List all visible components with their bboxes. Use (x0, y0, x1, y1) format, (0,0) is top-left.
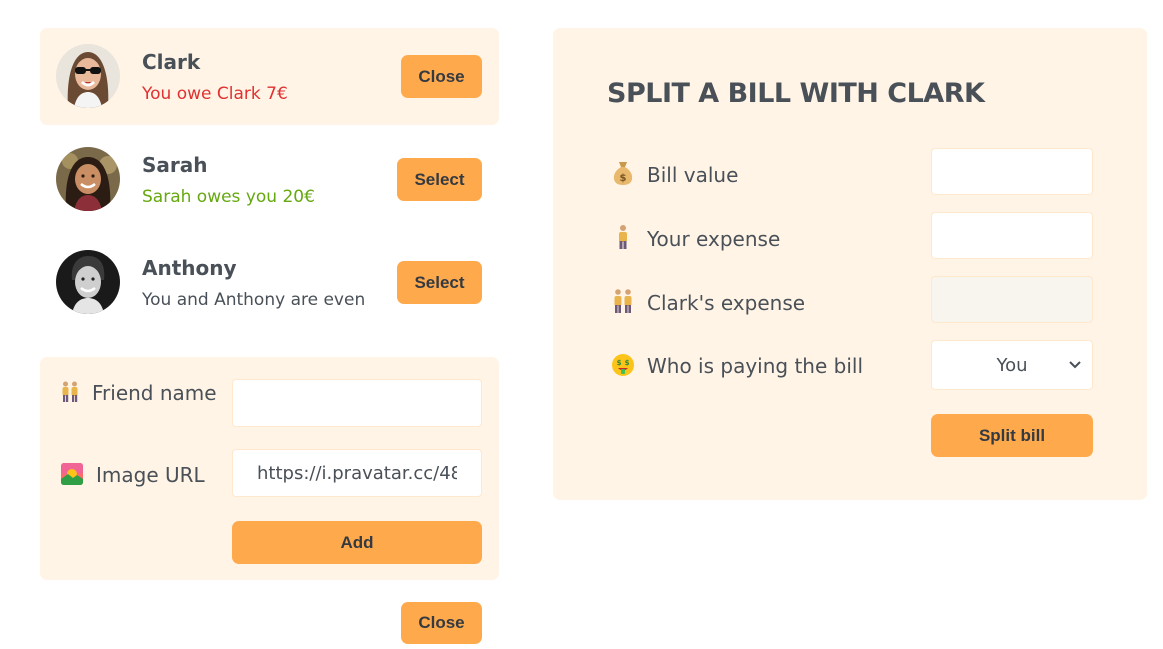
payer-label: $ $ Who is paying the bill (611, 353, 863, 378)
your-expense-label: Your expense (611, 224, 780, 251)
picture-icon (60, 461, 84, 489)
split-bill-button[interactable]: Split bill (931, 414, 1093, 457)
avatar-anthony (56, 250, 120, 314)
your-expense-input[interactable] (931, 212, 1093, 259)
friend-expense-label: Clark's expense (611, 288, 805, 315)
friend-item-clark: Clark You owe Clark 7€ Close (40, 28, 499, 125)
friend-balance: You and Anthony are even (142, 290, 366, 310)
friend-balance: Sarah owes you 20€ (142, 187, 315, 207)
friends-list: Clark You owe Clark 7€ Close Sarah Sarah… (40, 28, 499, 337)
payer-select[interactable]: You (931, 340, 1093, 390)
image-url-label: Image URL (60, 461, 205, 489)
avatar-clark (56, 44, 120, 108)
close-form-button[interactable]: Close (401, 602, 482, 644)
friend-name: Sarah (142, 153, 208, 177)
add-friend-form: Friend name Image URL Add (40, 357, 499, 580)
friend-name-label: Friend name (60, 379, 230, 408)
money-bag-icon: $ (611, 160, 635, 187)
friend-expense-input (931, 276, 1093, 323)
image-url-input[interactable] (232, 449, 482, 497)
svg-text:$: $ (617, 359, 622, 367)
close-friend-button[interactable]: Close (401, 55, 482, 98)
select-friend-button[interactable]: Select (397, 158, 482, 201)
payer-selected-value: You (996, 354, 1028, 376)
friend-name-input[interactable] (232, 379, 482, 427)
select-friend-button[interactable]: Select (397, 261, 482, 304)
money-face-icon: $ $ (611, 353, 635, 378)
people-icon (611, 288, 635, 315)
bill-value-label: $ Bill value (611, 160, 738, 187)
svg-text:$: $ (625, 359, 630, 367)
people-icon (60, 379, 80, 408)
friend-name: Anthony (142, 256, 237, 280)
friend-name: Clark (142, 50, 201, 74)
bill-value-input[interactable] (931, 148, 1093, 195)
person-icon (611, 224, 635, 251)
split-title: SPLIT A BILL WITH CLARK (607, 78, 985, 109)
avatar-sarah (56, 147, 120, 211)
friend-item-sarah: Sarah Sarah owes you 20€ Select (40, 131, 499, 228)
chevron-down-icon (1068, 355, 1082, 376)
friend-balance: You owe Clark 7€ (142, 84, 288, 104)
friend-item-anthony: Anthony You and Anthony are even Select (40, 234, 499, 331)
svg-text:$: $ (620, 173, 627, 184)
split-bill-form: SPLIT A BILL WITH CLARK $ Bill value You… (553, 28, 1147, 500)
add-friend-button[interactable]: Add (232, 521, 482, 564)
